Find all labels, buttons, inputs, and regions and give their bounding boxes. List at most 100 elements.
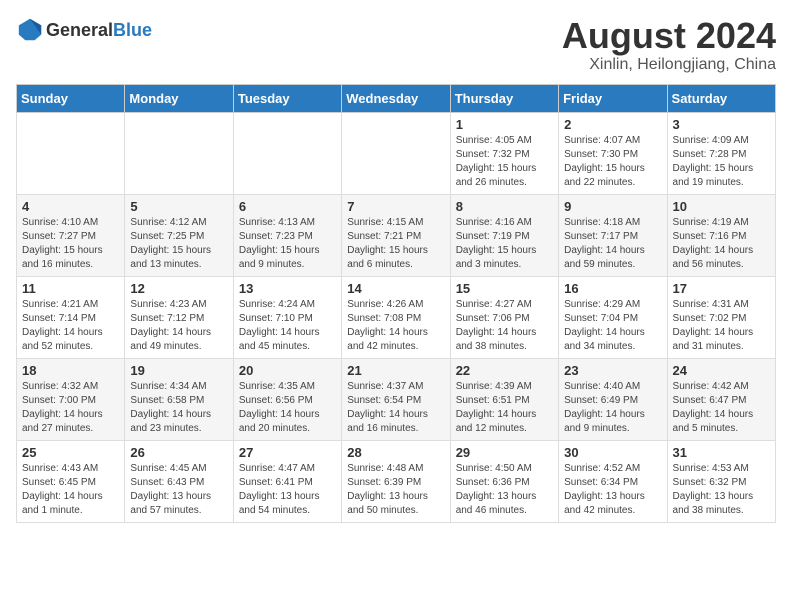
week-row-2: 4 Sunrise: 4:10 AM Sunset: 7:27 PM Daylig… [17,194,776,276]
calendar-cell: 19 Sunrise: 4:34 AM Sunset: 6:58 PM Dayli… [125,358,233,440]
calendar-header: SundayMondayTuesdayWednesdayThursdayFrid… [17,84,776,112]
calendar-cell: 13 Sunrise: 4:24 AM Sunset: 7:10 PM Dayli… [233,276,341,358]
calendar-cell: 17 Sunrise: 4:31 AM Sunset: 7:02 PM Dayli… [667,276,775,358]
day-info: Sunrise: 4:27 AM Sunset: 7:06 PM Dayligh… [456,298,553,354]
day-number: 24 [673,363,770,378]
day-number: 29 [456,445,553,460]
weekday-header-saturday: Saturday [667,84,775,112]
calendar-cell [17,112,125,194]
calendar-cell: 6Sunrise: 4:13 AM Sunset: 7:23 PM Daylig… [233,194,341,276]
week-row-5: 25 Sunrise: 4:43 AM Sunset: 6:45 PM Dayli… [17,440,776,522]
calendar-cell: 3Sunrise: 4:09 AM Sunset: 7:28 PM Daylig… [667,112,775,194]
calendar-cell: 1 Sunrise: 4:05 AM Sunset: 7:32 PM Daylig… [450,112,558,194]
calendar-body: 1 Sunrise: 4:05 AM Sunset: 7:32 PM Daylig… [17,112,776,522]
calendar-cell [342,112,450,194]
day-number: 25 [22,445,119,460]
day-number: 16 [564,281,661,296]
day-info: Sunrise: 4:35 AM Sunset: 6:56 PM Dayligh… [239,380,336,436]
day-info: Sunrise: 4:26 AM Sunset: 7:08 PM Dayligh… [347,298,444,354]
day-number: 17 [673,281,770,296]
day-info: Sunrise: 4:40 AM Sunset: 6:49 PM Dayligh… [564,380,661,436]
calendar-cell: 29 Sunrise: 4:50 AM Sunset: 6:36 PM Dayli… [450,440,558,522]
day-number: 23 [564,363,661,378]
calendar-cell: 21 Sunrise: 4:37 AM Sunset: 6:54 PM Dayli… [342,358,450,440]
weekday-header-tuesday: Tuesday [233,84,341,112]
logo-icon [16,16,44,44]
weekday-header-sunday: Sunday [17,84,125,112]
calendar-cell: 18 Sunrise: 4:32 AM Sunset: 7:00 PM Dayli… [17,358,125,440]
calendar-cell: 11 Sunrise: 4:21 AM Sunset: 7:14 PM Dayli… [17,276,125,358]
day-info: Sunrise: 4:05 AM Sunset: 7:32 PM Dayligh… [456,134,553,190]
day-number: 28 [347,445,444,460]
day-number: 1 [456,117,553,132]
calendar-cell: 8 Sunrise: 4:16 AM Sunset: 7:19 PM Daylig… [450,194,558,276]
day-info: Sunrise: 4:16 AM Sunset: 7:19 PM Dayligh… [456,216,553,272]
day-number: 2 [564,117,661,132]
calendar-cell [233,112,341,194]
day-info: Sunrise: 4:37 AM Sunset: 6:54 PM Dayligh… [347,380,444,436]
day-number: 13 [239,281,336,296]
day-info: Sunrise: 4:39 AM Sunset: 6:51 PM Dayligh… [456,380,553,436]
day-number: 15 [456,281,553,296]
day-info: Sunrise: 4:42 AM Sunset: 6:47 PM Dayligh… [673,380,770,436]
weekday-header-friday: Friday [559,84,667,112]
day-number: 18 [22,363,119,378]
logo: GeneralBlue [16,16,152,44]
calendar-table: SundayMondayTuesdayWednesdayThursdayFrid… [16,84,776,523]
day-info: Sunrise: 4:52 AM Sunset: 6:34 PM Dayligh… [564,462,661,518]
day-info: Sunrise: 4:50 AM Sunset: 6:36 PM Dayligh… [456,462,553,518]
day-number: 11 [22,281,119,296]
weekday-header-thursday: Thursday [450,84,558,112]
day-info: Sunrise: 4:10 AM Sunset: 7:27 PM Dayligh… [22,216,119,272]
day-info: Sunrise: 4:43 AM Sunset: 6:45 PM Dayligh… [22,462,119,518]
calendar-cell: 2 Sunrise: 4:07 AM Sunset: 7:30 PM Daylig… [559,112,667,194]
day-info: Sunrise: 4:45 AM Sunset: 6:43 PM Dayligh… [130,462,227,518]
day-info: Sunrise: 4:07 AM Sunset: 7:30 PM Dayligh… [564,134,661,190]
day-info: Sunrise: 4:15 AM Sunset: 7:21 PM Dayligh… [347,216,444,272]
calendar-cell: 15 Sunrise: 4:27 AM Sunset: 7:06 PM Dayli… [450,276,558,358]
day-info: Sunrise: 4:47 AM Sunset: 6:41 PM Dayligh… [239,462,336,518]
day-info: Sunrise: 4:32 AM Sunset: 7:00 PM Dayligh… [22,380,119,436]
day-number: 4 [22,199,119,214]
day-info: Sunrise: 4:29 AM Sunset: 7:04 PM Dayligh… [564,298,661,354]
day-number: 21 [347,363,444,378]
day-info: Sunrise: 4:34 AM Sunset: 6:58 PM Dayligh… [130,380,227,436]
calendar-cell: 10Sunrise: 4:19 AM Sunset: 7:16 PM Dayli… [667,194,775,276]
calendar-cell: 26 Sunrise: 4:45 AM Sunset: 6:43 PM Dayli… [125,440,233,522]
day-info: Sunrise: 4:12 AM Sunset: 7:25 PM Dayligh… [130,216,227,272]
calendar-cell: 20 Sunrise: 4:35 AM Sunset: 6:56 PM Dayli… [233,358,341,440]
week-row-1: 1 Sunrise: 4:05 AM Sunset: 7:32 PM Daylig… [17,112,776,194]
calendar-cell: 7 Sunrise: 4:15 AM Sunset: 7:21 PM Daylig… [342,194,450,276]
day-number: 8 [456,199,553,214]
calendar-cell: 4 Sunrise: 4:10 AM Sunset: 7:27 PM Daylig… [17,194,125,276]
calendar-cell: 22Sunrise: 4:39 AM Sunset: 6:51 PM Dayli… [450,358,558,440]
calendar-cell [125,112,233,194]
day-number: 9 [564,199,661,214]
day-number: 19 [130,363,227,378]
day-info: Sunrise: 4:48 AM Sunset: 6:39 PM Dayligh… [347,462,444,518]
day-info: Sunrise: 4:24 AM Sunset: 7:10 PM Dayligh… [239,298,336,354]
day-number: 20 [239,363,336,378]
day-info: Sunrise: 4:31 AM Sunset: 7:02 PM Dayligh… [673,298,770,354]
weekday-header-wednesday: Wednesday [342,84,450,112]
day-number: 5 [130,199,227,214]
calendar-cell: 9 Sunrise: 4:18 AM Sunset: 7:17 PM Daylig… [559,194,667,276]
calendar-cell: 31Sunrise: 4:53 AM Sunset: 6:32 PM Dayli… [667,440,775,522]
day-number: 6 [239,199,336,214]
day-info: Sunrise: 4:18 AM Sunset: 7:17 PM Dayligh… [564,216,661,272]
day-info: Sunrise: 4:53 AM Sunset: 6:32 PM Dayligh… [673,462,770,518]
calendar-cell: 25 Sunrise: 4:43 AM Sunset: 6:45 PM Dayli… [17,440,125,522]
calendar-cell: 30 Sunrise: 4:52 AM Sunset: 6:34 PM Dayli… [559,440,667,522]
calendar-cell: 28 Sunrise: 4:48 AM Sunset: 6:39 PM Dayli… [342,440,450,522]
page-header: GeneralBlue August 2024 Xinlin, Heilongj… [16,16,776,74]
day-info: Sunrise: 4:19 AM Sunset: 7:16 PM Dayligh… [673,216,770,272]
day-info: Sunrise: 4:21 AM Sunset: 7:14 PM Dayligh… [22,298,119,354]
weekday-header-monday: Monday [125,84,233,112]
day-info: Sunrise: 4:09 AM Sunset: 7:28 PM Dayligh… [673,134,770,190]
day-number: 7 [347,199,444,214]
day-number: 26 [130,445,227,460]
calendar-cell: 5 Sunrise: 4:12 AM Sunset: 7:25 PM Daylig… [125,194,233,276]
calendar-cell: 14 Sunrise: 4:26 AM Sunset: 7:08 PM Dayli… [342,276,450,358]
day-number: 14 [347,281,444,296]
day-number: 30 [564,445,661,460]
